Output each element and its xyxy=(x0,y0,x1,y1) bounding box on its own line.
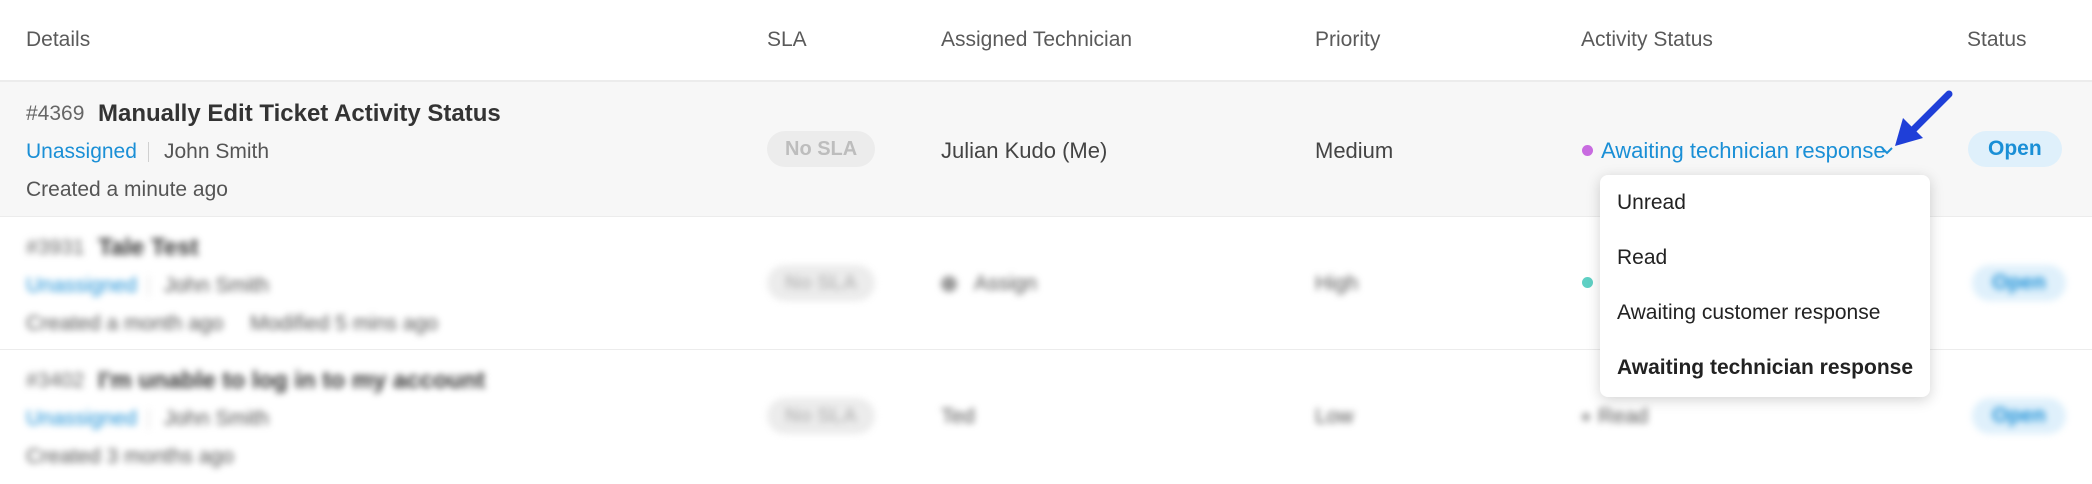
activity-status-dot xyxy=(1582,145,1593,156)
requester-name: John Smith xyxy=(164,407,270,430)
divider xyxy=(148,142,149,162)
sla-badge: No SLA xyxy=(767,265,876,301)
column-header-priority[interactable]: Priority xyxy=(1315,28,1380,52)
column-header-activity-status[interactable]: Activity Status xyxy=(1581,28,1713,52)
sla-badge: No SLA xyxy=(767,131,876,167)
sla-badge: No SLA xyxy=(767,398,876,434)
technician-name[interactable]: Assign xyxy=(974,272,1037,296)
requester-name: John Smith xyxy=(164,274,270,297)
ticket-title[interactable]: Tale Test xyxy=(98,234,198,262)
assignee-link[interactable]: Unassigned xyxy=(26,140,137,164)
ticket-title[interactable]: I'm unable to log in to my account xyxy=(98,367,485,395)
activity-status-dot xyxy=(1582,277,1593,288)
requester-name: John Smith xyxy=(164,140,270,163)
status-badge[interactable]: Open xyxy=(1972,265,2066,301)
column-header-technician[interactable]: Assigned Technician xyxy=(941,28,1132,52)
status-badge[interactable]: Open xyxy=(1972,398,2066,434)
divider xyxy=(148,409,149,429)
assignee-link[interactable]: Unassigned xyxy=(26,407,137,431)
created-time: Created a minute ago xyxy=(26,178,228,201)
activity-status-value[interactable]: Read xyxy=(1598,405,1648,429)
menu-item-read[interactable]: Read xyxy=(1617,246,1667,270)
technician-name[interactable]: Ted xyxy=(941,405,975,429)
annotation-arrow-icon xyxy=(1895,90,1953,146)
activity-status-dot xyxy=(1582,413,1590,421)
ticket-id: #3931 xyxy=(26,236,85,259)
user-icon xyxy=(941,276,957,292)
menu-item-awaiting-technician-response[interactable]: Awaiting technician response xyxy=(1617,356,1913,380)
ticket-title[interactable]: Manually Edit Ticket Activity Status xyxy=(98,100,501,128)
status-badge[interactable]: Open xyxy=(1968,131,2062,167)
created-time: Created 3 months ago xyxy=(26,445,234,468)
column-header-details[interactable]: Details xyxy=(26,28,90,52)
ticket-id: #4369 xyxy=(26,102,85,125)
chevron-down-icon[interactable] xyxy=(1880,144,1894,158)
activity-status-menu: Unread Read Awaiting customer response A… xyxy=(1600,175,1930,397)
priority-value[interactable]: Medium xyxy=(1315,138,1393,164)
created-time: Created a month ago xyxy=(26,312,224,335)
menu-item-awaiting-customer-response[interactable]: Awaiting customer response xyxy=(1617,301,1880,325)
technician-name[interactable]: Julian Kudo (Me) xyxy=(941,138,1107,164)
assignee-link[interactable]: Unassigned xyxy=(26,274,137,298)
priority-value[interactable]: High xyxy=(1315,272,1358,296)
column-header-status[interactable]: Status xyxy=(1967,28,2027,52)
divider xyxy=(148,276,149,296)
priority-value[interactable]: Low xyxy=(1315,405,1354,429)
table-header: Details SLA Assigned Technician Priority… xyxy=(0,0,2092,82)
menu-item-unread[interactable]: Unread xyxy=(1617,191,1686,215)
column-header-sla[interactable]: SLA xyxy=(767,28,807,52)
activity-status-dropdown[interactable]: Awaiting technician response xyxy=(1601,138,1886,164)
modified-time: Modified 5 mins ago xyxy=(250,312,438,335)
ticket-id: #3402 xyxy=(26,369,85,392)
